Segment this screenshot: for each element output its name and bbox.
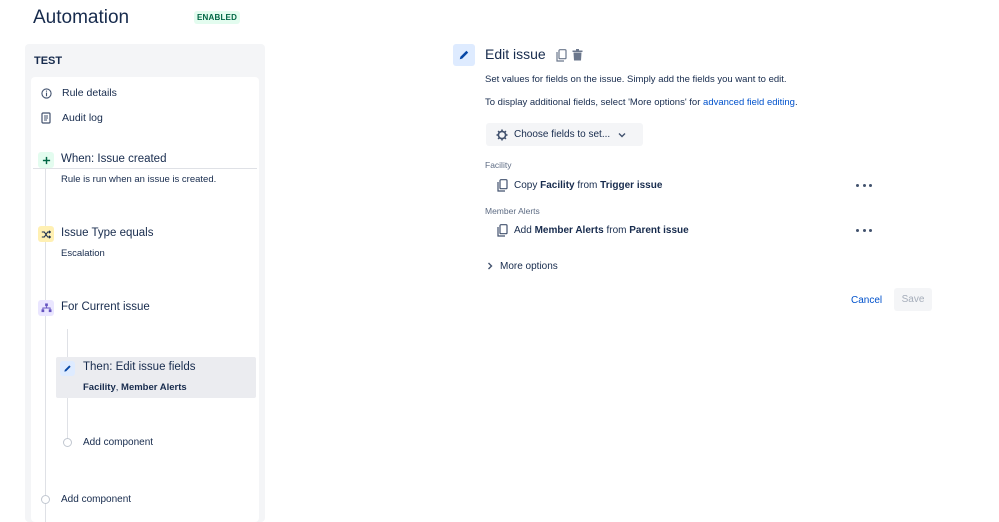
trigger-component-icon[interactable] [38, 152, 54, 168]
more-options-label: More options [500, 260, 558, 272]
facility-more-actions-button[interactable] [856, 180, 872, 190]
choose-fields-button[interactable]: Choose fields to set... [486, 123, 643, 146]
chevron-right-icon [487, 262, 497, 270]
condition-component-icon[interactable] [38, 226, 54, 242]
member-alerts-field-value[interactable]: Add Member Alerts from Parent issue [497, 223, 689, 237]
pencil-icon [459, 50, 469, 60]
gear-icon [496, 129, 508, 140]
copy-icon [497, 223, 509, 237]
cancel-button[interactable]: Cancel [846, 291, 887, 309]
trigger-component-title[interactable]: When: Issue created [61, 153, 166, 165]
member-alerts-field-label: Member Alerts [485, 206, 540, 216]
advanced-field-editing-link[interactable]: advanced field editing [703, 97, 795, 108]
add-component-inner-dot [63, 438, 72, 447]
panel-description-advanced: To display additional fields, select 'Mo… [485, 97, 798, 108]
choose-fields-label: Choose fields to set... [514, 129, 611, 140]
chevron-down-icon [618, 132, 626, 137]
page-title: Automation [33, 7, 130, 28]
shuffle-icon [41, 229, 51, 239]
document-icon [39, 111, 53, 125]
action-component-fields: Facility, Member Alerts [83, 382, 187, 393]
save-button[interactable]: Save [894, 288, 932, 311]
audit-log-label: Audit log [62, 112, 103, 124]
action-field-member-alerts: Member Alerts [121, 382, 187, 393]
pencil-icon [64, 365, 71, 372]
plus-icon [42, 156, 50, 164]
status-badge: ENABLED [194, 11, 241, 24]
rule-details-label: Rule details [62, 87, 117, 99]
facility-source: Trigger issue [600, 179, 663, 191]
member-alerts-field-name: Member Alerts [534, 224, 604, 236]
more-options-toggle[interactable]: More options [487, 259, 558, 273]
action-field-facility: Facility [83, 382, 116, 393]
facility-verb: Copy [514, 179, 538, 191]
delete-icon[interactable] [570, 48, 584, 62]
panel-title: Edit issue [485, 46, 546, 62]
rule-components-card: Rule details Audit log When: Issue creat… [31, 77, 259, 522]
condition-component-subtitle: Escalation [61, 248, 105, 259]
add-component-outer-dot [41, 495, 50, 504]
member-alerts-source: Parent issue [629, 224, 689, 236]
facility-from: from [577, 179, 598, 191]
rule-details-link[interactable]: Rule details [39, 85, 117, 101]
trigger-component-subtitle: Rule is run when an issue is created. [61, 174, 217, 185]
add-component-inner-button[interactable]: Add component [83, 437, 153, 448]
rule-sidebar: TEST Rule details Audit log When: Issue … [25, 44, 265, 522]
copy-icon [497, 178, 509, 192]
sidebar-divider [33, 168, 257, 169]
add-component-outer-button[interactable]: Add component [61, 494, 131, 505]
facility-field-label: Facility [485, 160, 512, 170]
branch-component-icon[interactable] [38, 300, 54, 316]
rule-name: TEST [34, 55, 63, 67]
hierarchy-icon [41, 303, 51, 313]
facility-field-value[interactable]: Copy Facility from Trigger issue [497, 178, 662, 192]
advanced-suffix: . [794, 97, 798, 108]
member-alerts-verb: Add [514, 224, 532, 236]
member-alerts-from: from [606, 224, 627, 236]
copy-icon[interactable] [554, 48, 568, 62]
panel-description: Set values for fields on the issue. Simp… [485, 74, 787, 85]
edit-issue-icon [453, 44, 475, 66]
advanced-prefix: To display additional fields, select 'Mo… [485, 97, 704, 108]
facility-field-name: Facility [540, 179, 575, 191]
audit-log-link[interactable]: Audit log [39, 110, 103, 126]
action-component-title[interactable]: Then: Edit issue fields [83, 361, 196, 373]
info-icon [39, 86, 53, 100]
timeline-line [45, 169, 46, 522]
member-alerts-more-actions-button[interactable] [856, 225, 872, 235]
branch-component-title[interactable]: For Current issue [61, 301, 150, 313]
condition-component-title[interactable]: Issue Type equals [61, 227, 154, 239]
action-component-icon[interactable] [60, 361, 75, 376]
